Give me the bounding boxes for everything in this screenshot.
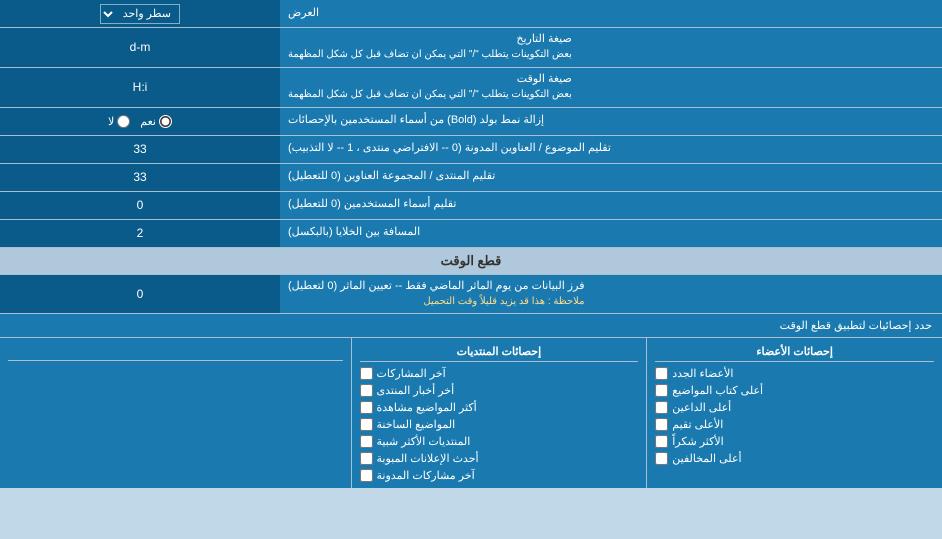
limit-label: حدد إحصائيات لتطبيق قطع الوقت — [0, 314, 942, 337]
input-cutoff[interactable] — [0, 275, 280, 314]
text-trim-usernames[interactable] — [19, 198, 260, 212]
radio-yes[interactable] — [159, 115, 172, 128]
section-header-cutoff: قطع الوقت — [0, 248, 942, 275]
text-time-format[interactable] — [19, 80, 260, 94]
text-cell-spacing[interactable] — [19, 226, 260, 240]
text-cutoff[interactable] — [19, 287, 260, 301]
text-trim-forum[interactable] — [19, 170, 260, 184]
checkbox-item-latest-ads: أحدث الإعلانات المبوبة — [360, 450, 639, 467]
checkbox-most-similar[interactable] — [360, 435, 373, 448]
checkbox-top-rated[interactable] — [655, 418, 668, 431]
checkbox-new-members[interactable] — [655, 367, 668, 380]
checkbox-item-most-thanked: الأكثر شكراً — [655, 433, 934, 450]
checkbox-item-top-inviters: أعلى الداعين — [655, 399, 934, 416]
limit-row: حدد إحصائيات لتطبيق قطع الوقت — [0, 314, 942, 338]
checkbox-hot-topics[interactable] — [360, 418, 373, 431]
checkbox-top-authors[interactable] — [655, 384, 668, 397]
row-display-type: العرض سطر واحد سطرين ثلاثة أسطر — [0, 0, 942, 28]
checkbox-item-forum-news: أخر أخبار المنتدى — [360, 382, 639, 399]
checkbox-item-most-viewed: أكثر المواضيع مشاهدة — [360, 399, 639, 416]
checkbox-item-most-similar: المنتديات الأكثر شبية — [360, 433, 639, 450]
input-cell-spacing[interactable] — [0, 220, 280, 247]
label-trim-usernames: تقليم أسماء المستخدمين (0 للتعطيل) — [280, 192, 942, 219]
row-trim-forum: تقليم المنتدى / المجموعة العناوين (0 للت… — [0, 164, 942, 192]
checkbox-forum-news[interactable] — [360, 384, 373, 397]
input-date-format[interactable] — [0, 28, 280, 67]
main-container: العرض سطر واحد سطرين ثلاثة أسطر صيغة الت… — [0, 0, 942, 488]
checkbox-most-viewed[interactable] — [360, 401, 373, 414]
col-header-members: إحصائات الأعضاء — [655, 342, 934, 362]
select-display-type[interactable]: سطر واحد سطرين ثلاثة أسطر — [100, 4, 180, 24]
label-time-format: صيغة الوقتبعض التكوينات يتطلب "/" التي ي… — [280, 68, 942, 107]
checkbox-grid: إحصائات الأعضاء الأعضاء الجدد أعلى كتاب … — [0, 338, 942, 488]
checkbox-top-violators[interactable] — [655, 452, 668, 465]
row-date-format: صيغة التاريخبعض التكوينات يتطلب "/" التي… — [0, 28, 942, 68]
checkbox-col-empty — [0, 338, 351, 488]
radio-label-yes[interactable]: نعم — [140, 115, 172, 128]
row-cell-spacing: المسافة بين الخلايا (بالبكسل) — [0, 220, 942, 248]
row-cutoff: فرز البيانات من يوم الماثر الماضي فقط --… — [0, 275, 942, 315]
input-display-type[interactable]: سطر واحد سطرين ثلاثة أسطر — [0, 0, 280, 27]
checkbox-most-thanked[interactable] — [655, 435, 668, 448]
label-bold-remove: إزالة نمط بولد (Bold) من أسماء المستخدمي… — [280, 108, 942, 135]
col-header-empty — [8, 342, 343, 361]
row-trim-subject: تقليم الموضوع / العناوين المدونة (0 -- ا… — [0, 136, 942, 164]
radio-no[interactable] — [117, 115, 130, 128]
radio-label-no[interactable]: لا — [108, 115, 130, 128]
input-trim-forum[interactable] — [0, 164, 280, 191]
checkbox-item-top-rated: الأعلى تقيم — [655, 416, 934, 433]
label-cell-spacing: المسافة بين الخلايا (بالبكسل) — [280, 220, 942, 247]
row-bold-remove: إزالة نمط بولد (Bold) من أسماء المستخدمي… — [0, 108, 942, 136]
input-bold-remove: نعم لا — [0, 108, 280, 135]
row-trim-usernames: تقليم أسماء المستخدمين (0 للتعطيل) — [0, 192, 942, 220]
label-display-type: العرض — [280, 0, 942, 27]
checkbox-item-top-violators: أعلى المخالفين — [655, 450, 934, 467]
text-date-format[interactable] — [19, 40, 260, 54]
checkbox-last-posts[interactable] — [360, 367, 373, 380]
input-trim-subject[interactable] — [0, 136, 280, 163]
checkbox-item-new-members: الأعضاء الجدد — [655, 365, 934, 382]
radio-group-bold: نعم لا — [98, 111, 182, 132]
checkbox-col-forums: إحصائات المنتديات آخر المشاركات أخر أخبا… — [351, 338, 647, 488]
checkbox-item-blog-posts: آخر مشاركات المدونة — [360, 467, 639, 484]
checkbox-top-inviters[interactable] — [655, 401, 668, 414]
text-trim-subject[interactable] — [19, 142, 260, 156]
col-header-forums: إحصائات المنتديات — [360, 342, 639, 362]
label-trim-forum: تقليم المنتدى / المجموعة العناوين (0 للت… — [280, 164, 942, 191]
checkbox-blog-posts[interactable] — [360, 469, 373, 482]
input-trim-usernames[interactable] — [0, 192, 280, 219]
label-date-format: صيغة التاريخبعض التكوينات يتطلب "/" التي… — [280, 28, 942, 67]
input-time-format[interactable] — [0, 68, 280, 107]
checkbox-item-top-authors: أعلى كتاب المواضيع — [655, 382, 934, 399]
checkbox-item-hot-topics: المواضيع الساخنة — [360, 416, 639, 433]
row-time-format: صيغة الوقتبعض التكوينات يتطلب "/" التي ي… — [0, 68, 942, 108]
checkbox-col-members: إحصائات الأعضاء الأعضاء الجدد أعلى كتاب … — [646, 338, 942, 488]
checkbox-item-last-posts: آخر المشاركات — [360, 365, 639, 382]
label-trim-subject: تقليم الموضوع / العناوين المدونة (0 -- ا… — [280, 136, 942, 163]
checkbox-latest-ads[interactable] — [360, 452, 373, 465]
label-cutoff: فرز البيانات من يوم الماثر الماضي فقط --… — [280, 275, 942, 314]
